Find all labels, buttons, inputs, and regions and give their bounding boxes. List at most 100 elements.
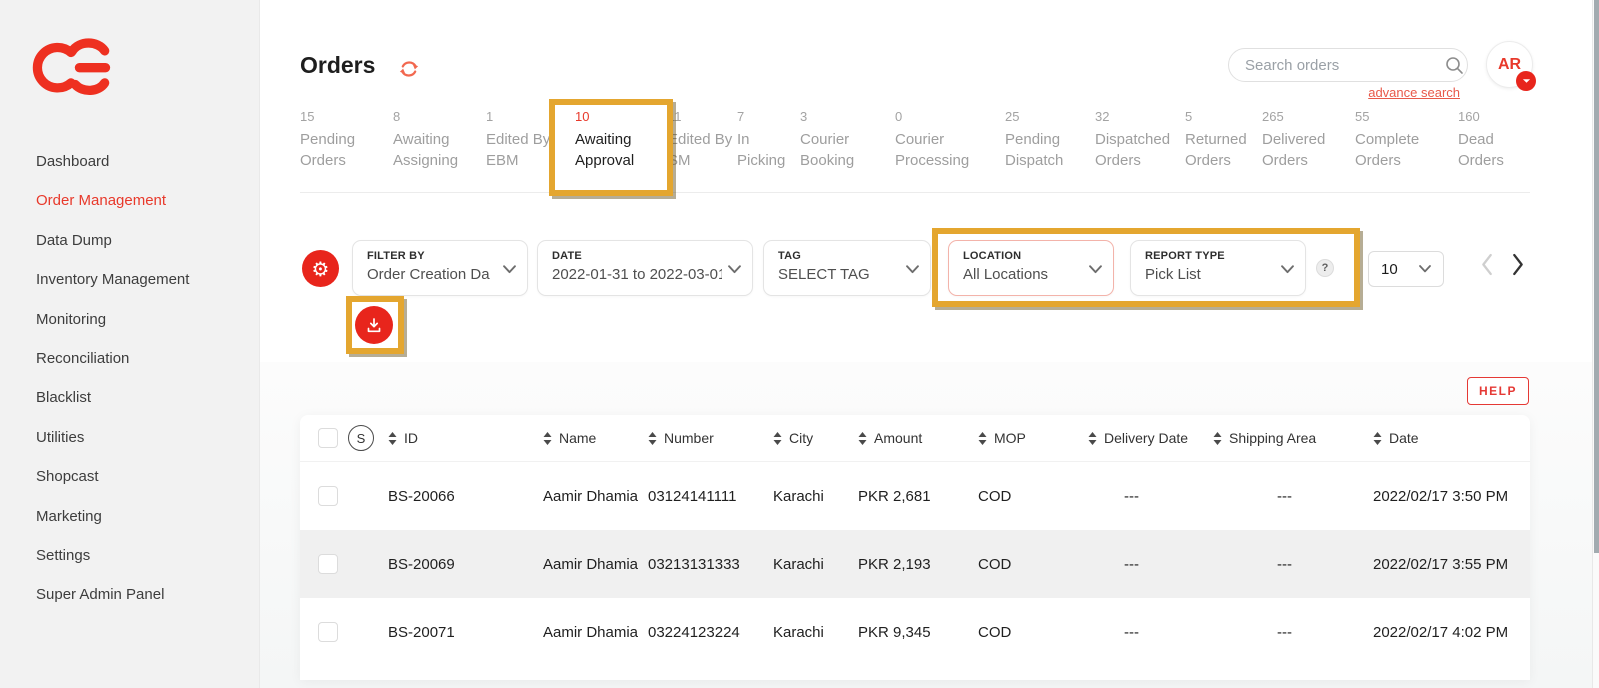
tab-label: Edited By SM — [668, 129, 733, 171]
column-header-shipping-area[interactable]: Shipping Area — [1213, 430, 1373, 446]
column-header-mop[interactable]: MOP — [978, 430, 1088, 446]
avatar-dropdown-icon[interactable] — [1516, 71, 1536, 91]
tab-edited-by-ebm[interactable]: 1Edited By EBM — [486, 105, 575, 192]
search-input[interactable] — [1245, 57, 1444, 74]
column-header-label: Amount — [874, 430, 922, 446]
filter-value: 2022-01-31 to 2022-03-01 — [552, 266, 722, 283]
filter-label: TAG — [778, 250, 900, 262]
column-header-id[interactable]: ID — [388, 430, 543, 446]
tab-count: 11 — [668, 105, 733, 124]
filter-dropdown-tag[interactable]: TAG SELECT TAG — [763, 240, 931, 296]
tab-count: 55 — [1355, 105, 1454, 124]
column-header-delivery-date[interactable]: Delivery Date — [1088, 430, 1213, 446]
tab-count: 160 — [1458, 105, 1526, 124]
refresh-icon[interactable] — [398, 58, 420, 80]
report-help-icon[interactable]: ? — [1316, 259, 1334, 277]
cell-delivery_date: --- — [1088, 624, 1213, 641]
column-header-name[interactable]: Name — [543, 430, 648, 446]
table-row[interactable]: BS-20071Aamir Dhamia03224123224KarachiPK… — [300, 598, 1530, 666]
filter-label: FILTER BY — [367, 250, 497, 262]
sidebar-item-order-management[interactable]: Order Management — [36, 181, 249, 220]
company-logo-icon[interactable] — [20, 34, 122, 98]
download-button[interactable] — [355, 306, 393, 344]
sidebar-item-data-dump[interactable]: Data Dump — [36, 221, 249, 260]
tab-in-picking[interactable]: 7In Picking — [737, 105, 800, 192]
filter-dropdown-report-type[interactable]: REPORT TYPE Pick List — [1130, 240, 1306, 296]
row-checkbox-cell — [300, 622, 348, 642]
column-header-city[interactable]: City — [773, 430, 858, 446]
download-icon — [364, 315, 384, 335]
chevron-down-icon — [1419, 265, 1431, 273]
filter-dropdown-date[interactable]: DATE2022-01-31 to 2022-03-01 — [537, 240, 753, 296]
filter-dropdown-filter-by[interactable]: FILTER BY Order Creation Da — [352, 240, 528, 296]
column-header-amount[interactable]: Amount — [858, 430, 978, 446]
tab-courier-processing[interactable]: 0Courier Processing — [895, 105, 1005, 192]
column-header-date[interactable]: Date — [1373, 430, 1530, 446]
page-size-select[interactable]: 10 — [1368, 251, 1444, 287]
main-content: Orders advance search AR 15Pending Order… — [260, 0, 1599, 688]
cell-city: Karachi — [773, 556, 858, 573]
help-button[interactable]: HELP — [1467, 377, 1529, 405]
settings-gear-button[interactable]: ⚙ — [302, 250, 339, 287]
filter-label: REPORT TYPE — [1145, 250, 1275, 262]
column-header-label: Number — [664, 430, 714, 446]
tab-label: Awaiting Assigning — [393, 129, 482, 171]
cell-date: 2022/02/17 3:55 PM — [1373, 556, 1530, 573]
filter-value: SELECT TAG — [778, 266, 900, 283]
tab-count: 15 — [300, 105, 389, 124]
tab-count: 32 — [1095, 105, 1181, 124]
sidebar-item-super-admin-panel[interactable]: Super Admin Panel — [36, 575, 249, 614]
cell-number: 03213131333 — [648, 556, 773, 573]
scrollbar-thumb[interactable] — [1594, 0, 1599, 553]
column-header-number[interactable]: Number — [648, 430, 773, 446]
filter-row: ⚙ FILTER BY Order Creation Da DATE2022-01-… — [260, 240, 1599, 296]
row-checkbox[interactable] — [318, 554, 338, 574]
table-row[interactable]: BS-20069Aamir Dhamia03213131333KarachiPK… — [300, 530, 1530, 598]
filter-value: Pick List — [1145, 266, 1275, 283]
filter-value: Order Creation Da — [367, 266, 497, 283]
tab-dead-orders[interactable]: 160Dead Orders — [1458, 105, 1530, 192]
sidebar-item-monitoring[interactable]: Monitoring — [36, 300, 249, 339]
table-row[interactable]: BS-20066Aamir Dhamia03124141111KarachiPK… — [300, 462, 1530, 530]
sidebar-item-marketing[interactable]: Marketing — [36, 497, 249, 536]
tab-delivered-orders[interactable]: 265Delivered Orders — [1262, 105, 1355, 192]
tab-label: Courier Processing — [895, 129, 1001, 171]
tab-returned-orders[interactable]: 5Returned Orders — [1185, 105, 1262, 192]
tab-pending-orders[interactable]: 15Pending Orders — [300, 105, 393, 192]
tab-dispatched-orders[interactable]: 32 Dispatched Orders — [1095, 105, 1185, 192]
row-checkbox[interactable] — [318, 622, 338, 642]
sidebar-item-inventory-management[interactable]: Inventory Management — [36, 260, 249, 299]
next-page-button[interactable] — [1512, 253, 1525, 276]
sidebar-item-blacklist[interactable]: Blacklist — [36, 378, 249, 417]
select-all-checkbox[interactable] — [318, 428, 338, 448]
tab-count: 1 — [486, 105, 571, 124]
sidebar-item-utilities[interactable]: Utilities — [36, 418, 249, 457]
previous-page-button[interactable] — [1480, 253, 1493, 276]
tab-awaiting-approval[interactable]: 10Awaiting Approval — [575, 105, 668, 192]
tab-count: 3 — [800, 105, 891, 124]
advance-search-link[interactable]: advance search — [1228, 85, 1460, 100]
tab-pending-dispatch[interactable]: 25Pending Dispatch — [1005, 105, 1095, 192]
sidebar-item-dashboard[interactable]: Dashboard — [36, 142, 249, 181]
cell-name: Aamir Dhamia — [543, 488, 648, 505]
cell-city: Karachi — [773, 624, 858, 641]
row-checkbox[interactable] — [318, 486, 338, 506]
cell-amount: PKR 9,345 — [858, 624, 978, 641]
sort-icon — [858, 432, 867, 445]
tab-awaiting-assigning[interactable]: 8Awaiting Assigning — [393, 105, 486, 192]
tab-label: In Picking — [737, 129, 796, 171]
tab-edited-by-sm[interactable]: 11 Edited By SM — [668, 105, 737, 192]
page-title: Orders — [300, 52, 375, 79]
tab-label: Dispatched Orders — [1095, 129, 1181, 171]
avatar[interactable]: AR — [1486, 41, 1533, 88]
sort-icon — [388, 432, 397, 445]
sort-icon — [1088, 432, 1097, 445]
sidebar-item-shopcast[interactable]: Shopcast — [36, 457, 249, 496]
tab-courier-booking[interactable]: 3Courier Booking — [800, 105, 895, 192]
search-icon[interactable] — [1444, 55, 1464, 75]
sidebar-item-settings[interactable]: Settings — [36, 536, 249, 575]
sidebar-item-reconciliation[interactable]: Reconciliation — [36, 339, 249, 378]
tab-complete-orders[interactable]: 55Complete Orders — [1355, 105, 1458, 192]
filter-dropdown-location[interactable]: LOCATIONAll Locations — [948, 240, 1114, 296]
chevron-down-icon — [503, 265, 516, 274]
